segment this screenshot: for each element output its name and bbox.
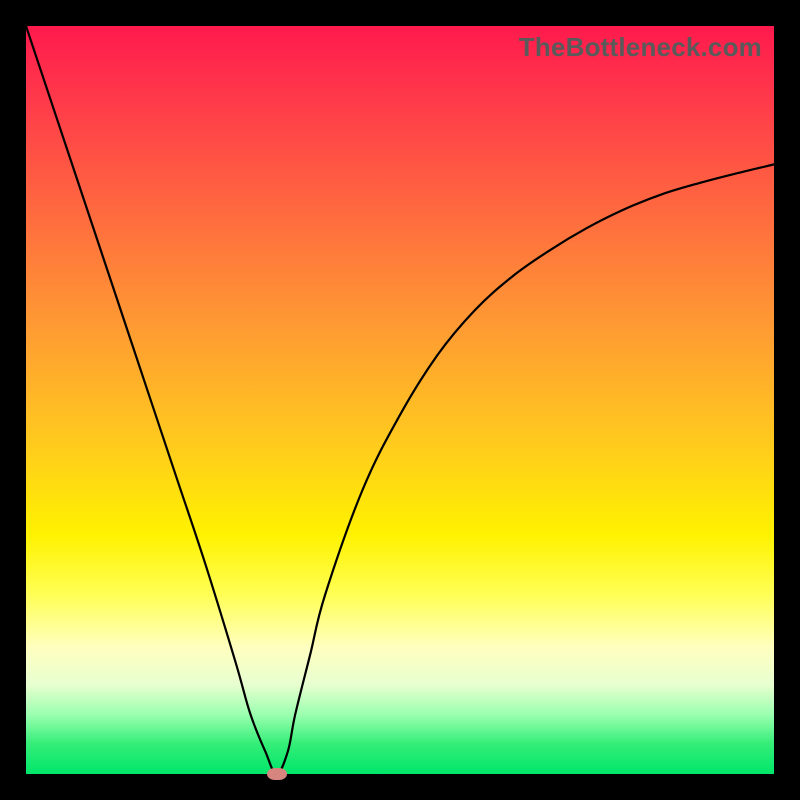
optimal-point-marker bbox=[267, 768, 287, 780]
plot-area: TheBottleneck.com bbox=[26, 26, 774, 774]
bottleneck-curve bbox=[26, 26, 774, 774]
chart-frame: TheBottleneck.com bbox=[0, 0, 800, 800]
